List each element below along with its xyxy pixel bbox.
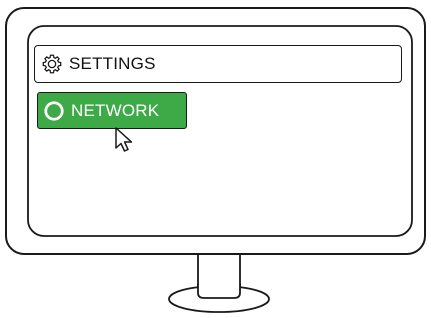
gear-icon	[41, 53, 63, 75]
network-label: NETWORK	[71, 100, 160, 120]
settings-menu-item[interactable]: SETTINGS	[34, 45, 402, 83]
settings-label: SETTINGS	[69, 54, 156, 73]
circle-ring-icon	[43, 100, 65, 122]
monitor-neck-front	[197, 283, 241, 299]
monitor-illustration: SETTINGS NETWORK	[0, 0, 431, 318]
mouse-pointer-icon	[113, 126, 139, 156]
network-menu-item[interactable]: NETWORK	[37, 92, 187, 129]
